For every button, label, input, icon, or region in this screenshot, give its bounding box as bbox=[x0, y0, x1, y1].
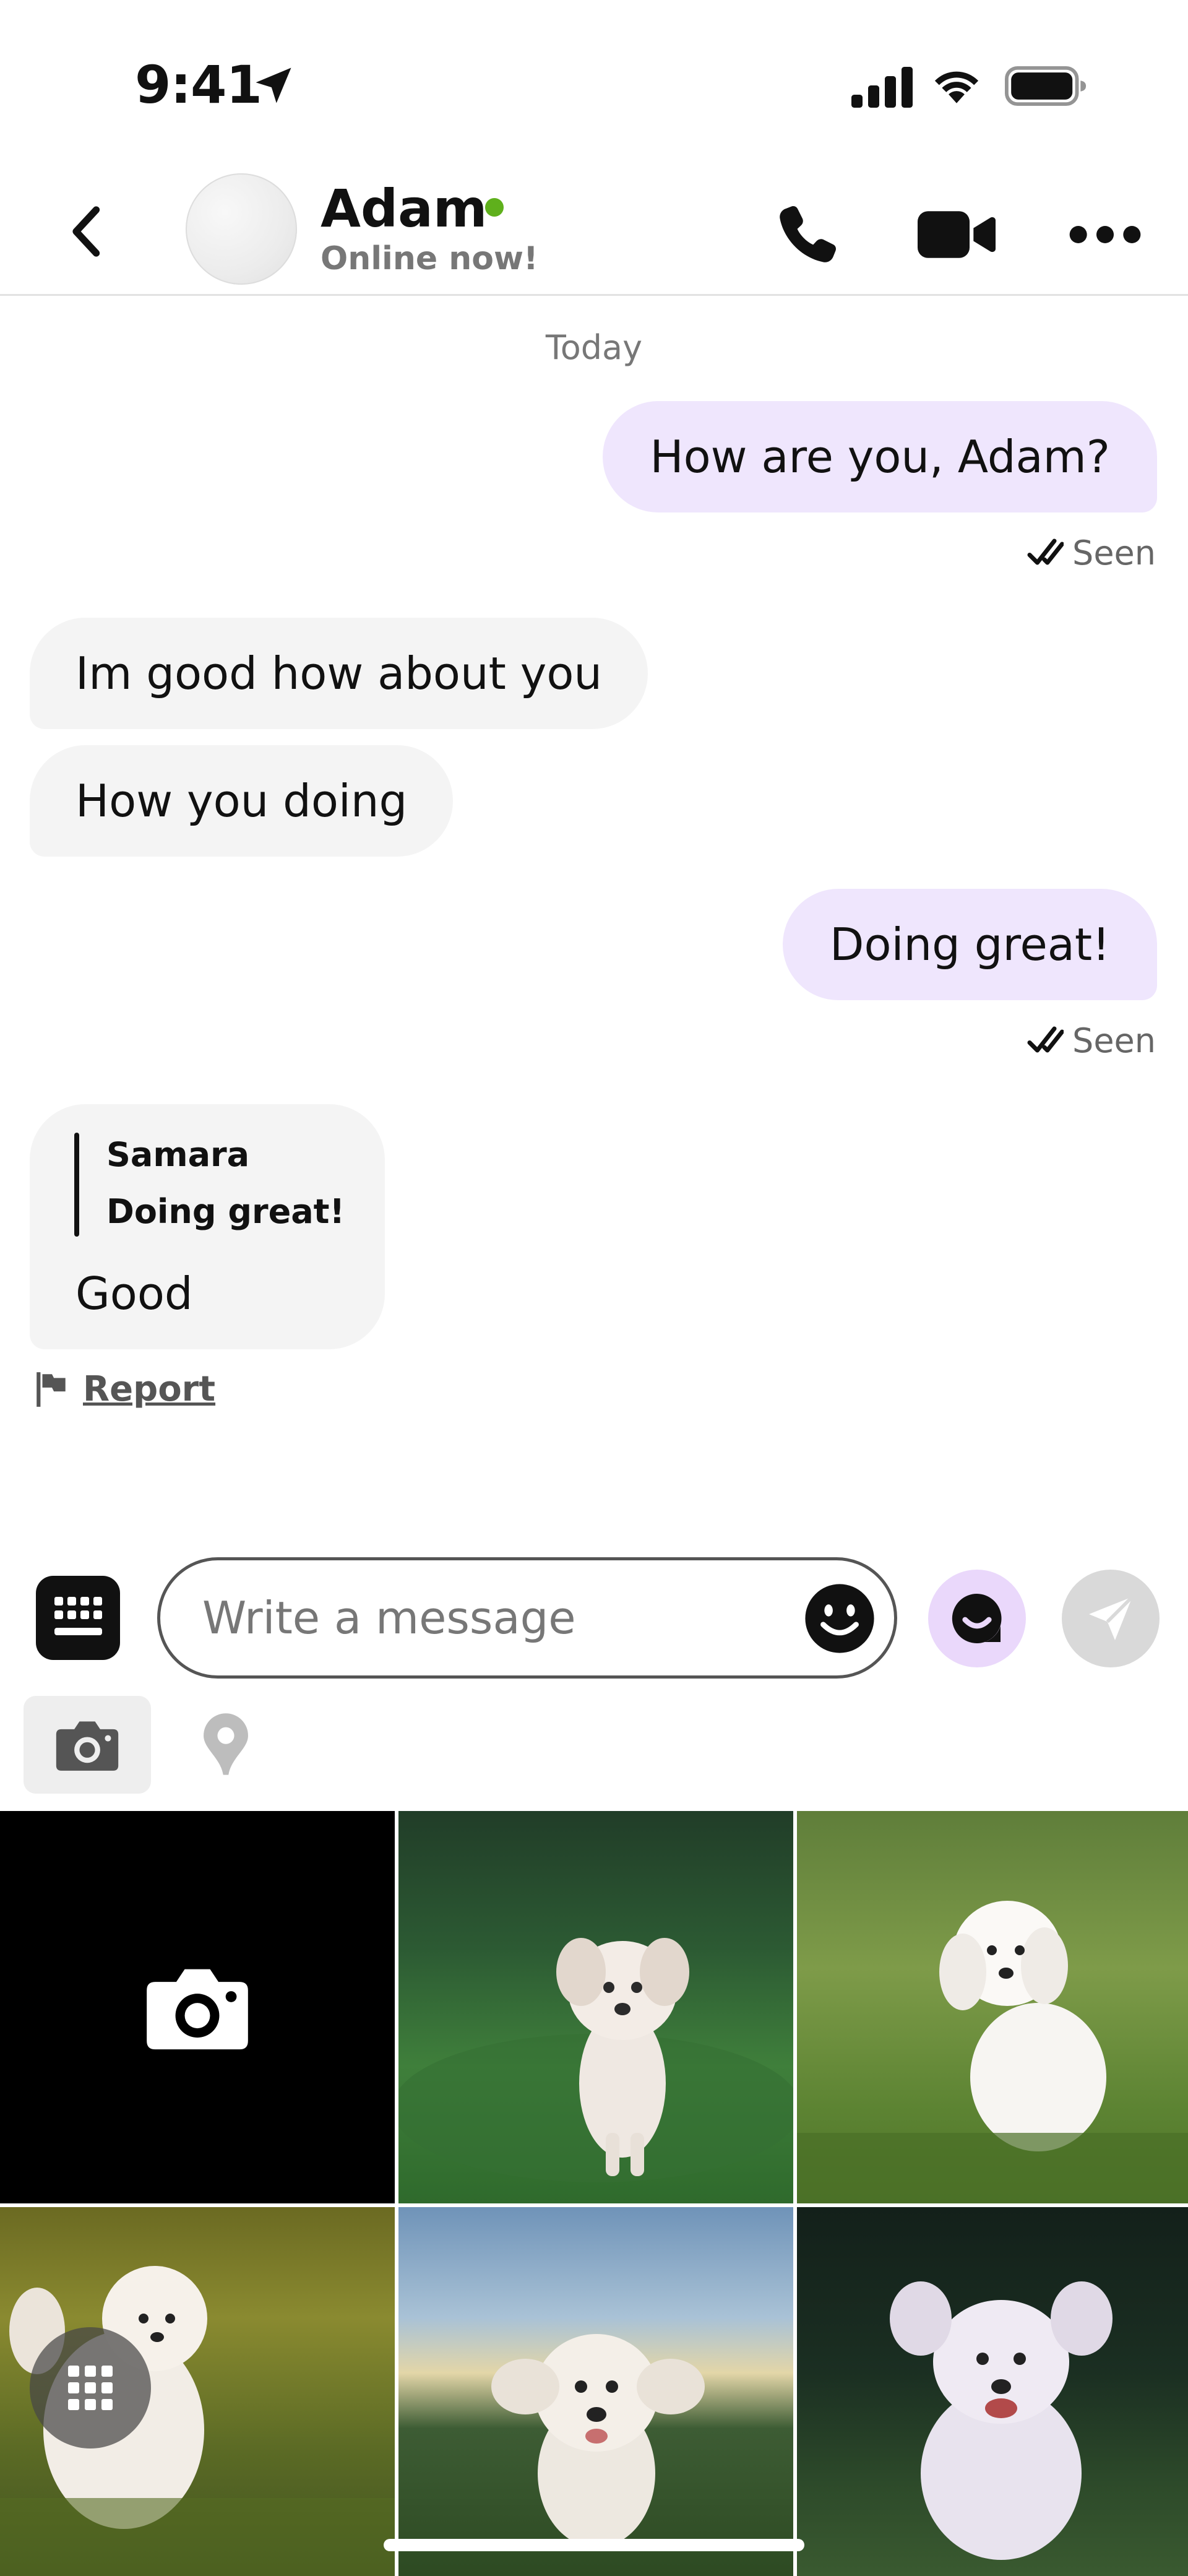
photo-picker-grid bbox=[0, 1811, 1188, 2576]
video-call-button[interactable] bbox=[913, 194, 1000, 275]
incoming-message[interactable]: Im good how about you bbox=[30, 618, 648, 729]
photo-thumbnail[interactable] bbox=[398, 2207, 793, 2576]
dog-photo-image bbox=[398, 1938, 793, 2182]
sticker-icon bbox=[952, 1593, 1002, 1643]
cellular-signal-icon bbox=[851, 67, 913, 108]
send-icon bbox=[1089, 1596, 1134, 1640]
message-text: How you doing bbox=[75, 775, 408, 827]
keyboard-button[interactable] bbox=[36, 1576, 120, 1660]
camera-icon bbox=[147, 1969, 248, 2050]
status-time: 9:41 bbox=[135, 54, 262, 115]
contact-name[interactable]: Adam bbox=[321, 178, 487, 239]
message-text: Good bbox=[75, 1268, 193, 1320]
attach-camera-button[interactable] bbox=[24, 1696, 151, 1794]
grid-icon bbox=[68, 2366, 113, 2410]
more-options-button[interactable] bbox=[1062, 194, 1148, 275]
read-receipt-label: Seen bbox=[1072, 1021, 1156, 1060]
message-text: How are you, Adam? bbox=[650, 431, 1110, 483]
voice-call-button[interactable] bbox=[767, 194, 848, 275]
keyboard-icon bbox=[54, 1597, 102, 1635]
read-receipt-label: Seen bbox=[1072, 534, 1156, 573]
open-camera-tile[interactable] bbox=[0, 1811, 395, 2203]
photo-thumbnail[interactable] bbox=[797, 1811, 1188, 2203]
home-indicator bbox=[384, 2539, 804, 2551]
send-button[interactable] bbox=[1062, 1570, 1160, 1667]
outgoing-message[interactable]: Doing great! bbox=[783, 889, 1157, 1000]
dog-photo-image bbox=[491, 2334, 705, 2548]
message-text: Doing great! bbox=[830, 918, 1110, 970]
avatar[interactable] bbox=[186, 173, 297, 285]
wifi-icon bbox=[934, 71, 979, 103]
flag-icon bbox=[37, 1372, 66, 1407]
report-label: Report bbox=[83, 1369, 216, 1409]
dog-photo-image bbox=[890, 2281, 1113, 2560]
attach-location-button[interactable] bbox=[186, 1696, 266, 1794]
camera-icon bbox=[56, 1721, 119, 1771]
location-pin-icon bbox=[204, 1713, 248, 1775]
outgoing-message[interactable]: How are you, Adam? bbox=[603, 401, 1157, 512]
message-input-container bbox=[157, 1557, 897, 1679]
status-bar: 9:41 bbox=[0, 0, 1188, 161]
quoted-text: Doing great! bbox=[106, 1192, 345, 1231]
photo-thumbnail[interactable] bbox=[797, 2207, 1188, 2576]
back-button[interactable] bbox=[56, 201, 115, 262]
sticker-button[interactable] bbox=[928, 1570, 1026, 1667]
grid-view-button[interactable] bbox=[30, 2327, 151, 2448]
quote-bar bbox=[74, 1133, 79, 1237]
smiley-icon[interactable] bbox=[804, 1583, 876, 1654]
video-camera-icon bbox=[918, 211, 996, 258]
read-receipt: Seen bbox=[1027, 1021, 1156, 1060]
quoted-author: Samara bbox=[106, 1135, 250, 1174]
day-separator: Today bbox=[545, 328, 643, 367]
chevron-left-icon bbox=[72, 206, 100, 257]
chat-header: Adam Online now! bbox=[0, 161, 1188, 296]
incoming-reply-message[interactable]: Samara Doing great! Good bbox=[30, 1104, 385, 1349]
phone-icon bbox=[780, 206, 836, 262]
message-text: Im good how about you bbox=[75, 647, 603, 699]
double-check-icon bbox=[1027, 538, 1064, 564]
photo-thumbnail[interactable] bbox=[398, 1811, 793, 2203]
contact-status: Online now! bbox=[321, 240, 538, 277]
double-check-icon bbox=[1027, 1026, 1064, 1052]
message-input[interactable] bbox=[202, 1560, 796, 1675]
report-link[interactable]: Report bbox=[35, 1369, 215, 1409]
dog-photo-image bbox=[797, 1901, 1188, 2203]
battery-icon bbox=[1005, 66, 1087, 106]
incoming-message[interactable]: How you doing bbox=[30, 745, 454, 857]
more-horizontal-icon bbox=[1069, 226, 1141, 243]
location-arrow-icon bbox=[256, 67, 291, 103]
read-receipt: Seen bbox=[1027, 534, 1156, 573]
online-indicator bbox=[485, 198, 504, 217]
